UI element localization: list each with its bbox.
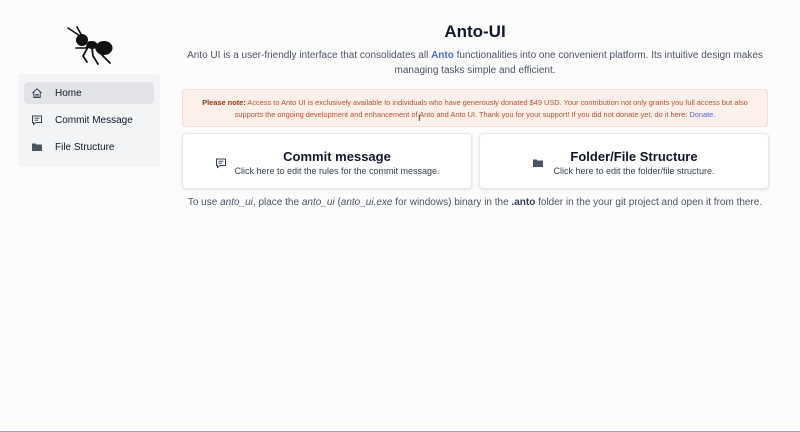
usage-instructions: To use anto_ui, place the anto_ui (anto_… [182,197,768,208]
sidebar-item-label: Commit Message [55,114,133,126]
card-description: Click here to edit the rules for the com… [234,166,440,176]
donation-notice: Please note: Access to Anto UI is exclus… [182,89,768,127]
usage-text: , place the [252,197,300,208]
message-icon [31,114,43,126]
sidebar: Home Commit Message File Structure [18,74,160,167]
usage-binary-name-windows: anto_ui.exe [340,197,393,208]
card-description: Click here to edit the folder/file struc… [553,166,715,176]
commit-message-card[interactable]: Commit message Click here to edit the ru… [182,133,472,189]
usage-binary-name: anto_ui [301,197,335,208]
text-cursor-icon: I [418,113,421,123]
usage-folder-name: .anto [511,197,536,208]
folder-structure-card[interactable]: Folder/File Structure Click here to edit… [479,133,769,189]
sidebar-item-commit-message[interactable]: Commit Message [24,109,154,131]
usage-text: for windows) binary in the [395,197,509,208]
home-icon [31,87,43,99]
usage-text: To use [187,197,218,208]
card-title: Commit message [283,149,391,164]
page-subtitle: Anto UI is a user-friendly interface tha… [182,48,768,78]
notice-prefix: Please note: [202,98,246,107]
usage-text: folder in the your git project and open … [538,197,763,208]
sidebar-item-home[interactable]: Home [24,82,154,104]
sidebar-item-label: File Structure [55,141,115,153]
donate-link[interactable]: Donate. [689,110,715,119]
sidebar-item-label: Home [55,87,82,99]
subtitle-text: Anto UI is a user-friendly interface tha… [187,50,429,61]
page-title: Anto-UI [444,22,506,41]
usage-binary-name: anto_ui [220,197,253,208]
card-title: Folder/File Structure [570,149,698,164]
notice-text: Access to Anto UI is exclusively availab… [234,98,748,119]
folder-icon [31,141,43,153]
subtitle-brand: Anto [431,50,454,61]
ant-logo [67,26,113,65]
sidebar-item-file-structure[interactable]: File Structure [24,136,154,158]
